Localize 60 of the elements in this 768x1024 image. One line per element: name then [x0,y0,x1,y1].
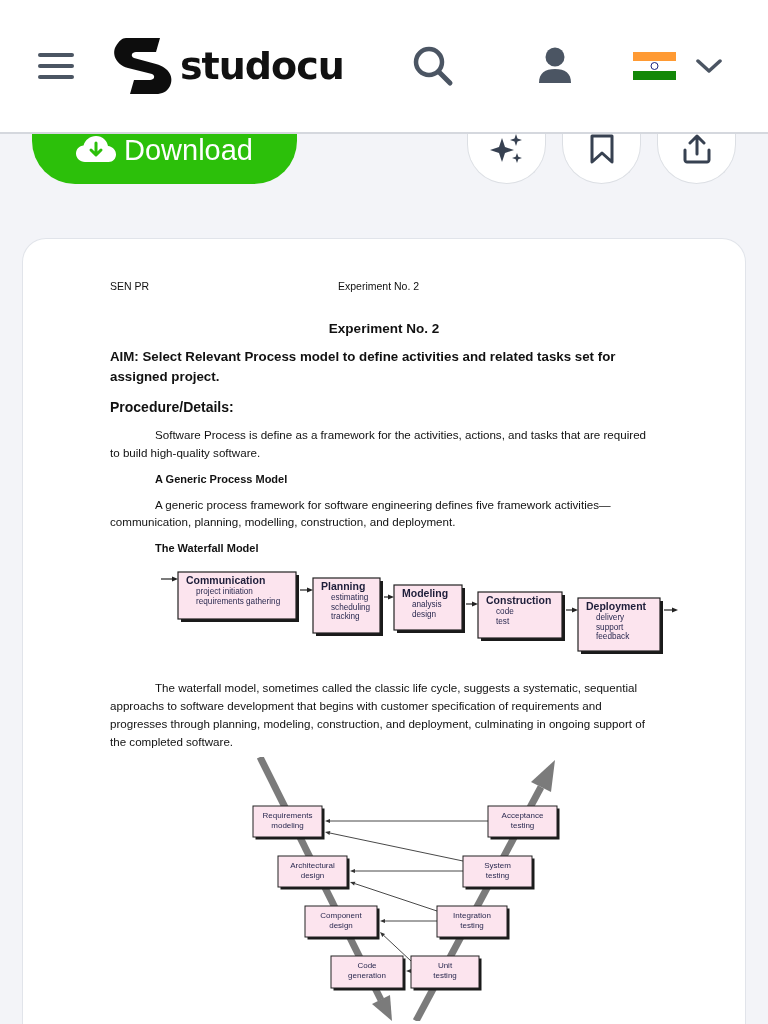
stage-task: delivery [596,613,625,623]
stage-task: project initiation [196,587,253,597]
stage-task: design [412,609,437,619]
stage-task: support [596,622,624,632]
paragraph: A generic process framework for software engineering defines five framework activities—communication, planning, modelling, construction, and deployment. [110,496,612,531]
stage-task: tracking [331,612,360,622]
subheading: The Waterfall Model [155,541,260,557]
phase-label: Requirements modeling [262,811,313,831]
stage-task: analysis [412,600,442,610]
flow-arrow [160,576,178,582]
cloud-download-icon [76,136,116,162]
stage-task: scheduling [331,602,371,612]
bookmark-button[interactable] [562,134,641,184]
section-heading: Procedure/Details: [110,398,235,417]
bookmark-icon [589,134,614,164]
stage-title: Communication [186,574,266,587]
flow-arrow [565,607,578,613]
search-icon[interactable] [411,45,454,87]
connector-arrow [380,932,412,962]
phase-label: System testing [484,861,511,881]
sparkle-icon [489,134,524,164]
flow-arrow [299,587,313,593]
phase-label: Unit testing [433,961,457,981]
page-header-text: SEN PR [110,279,151,293]
ai-sparkle-button[interactable] [467,134,546,184]
stage-title: Modeling [402,587,449,600]
phase-label: Component design [320,911,362,931]
chevron-down-icon[interactable] [695,58,722,74]
stage-title: Planning [321,580,366,593]
stage-task: estimating [331,593,369,603]
stage-task: test [496,616,510,626]
stage-task: requirements gathering [196,596,281,606]
phase-label: Integration testing [453,911,491,931]
menu-icon[interactable] [38,52,74,80]
share-button[interactable] [657,134,736,184]
document-title: Experiment No. 2 [327,321,441,337]
paragraph: Software Process is define as a framework for the activities, actions, and tasks that are required to build high-quality software. [110,427,648,461]
user-icon[interactable] [536,47,573,85]
stage-title: Deployment [586,600,647,613]
stage-task: code [496,607,514,617]
paragraph: The waterfall model, sometimes called the classic life cycle, suggests a systematic, sequential approachs to software development that begins with customer specification of requirements and progresses through planning, modeling, construction, and deployment, culminating in ongoing support of the completed software. [110,680,646,750]
stage-box [393,584,465,634]
subheading: A Generic Process Model [155,471,289,487]
flow-arrow [663,607,678,613]
aim-text: AIM: Select Relevant Process model to define activities and related tasks set for assigned project. [110,348,617,386]
page-header-text: Experiment No. 2 [338,279,420,293]
flag-icon[interactable] [632,52,676,80]
logo-text[interactable]: studocu [180,44,344,88]
phase-label: Architectural design [290,861,335,881]
phase-box [410,955,482,991]
stage-title: Construction [486,594,552,607]
flow-arrow [465,601,478,607]
stage-box [312,577,383,637]
flow-arrow [383,594,394,600]
connector-arrow [380,919,438,924]
share-icon [681,134,712,164]
logo-icon[interactable] [112,38,174,94]
phase-label: Code generation [348,961,386,981]
phase-label: Acceptance testing [501,811,544,831]
stage-task: feedback [596,632,630,642]
